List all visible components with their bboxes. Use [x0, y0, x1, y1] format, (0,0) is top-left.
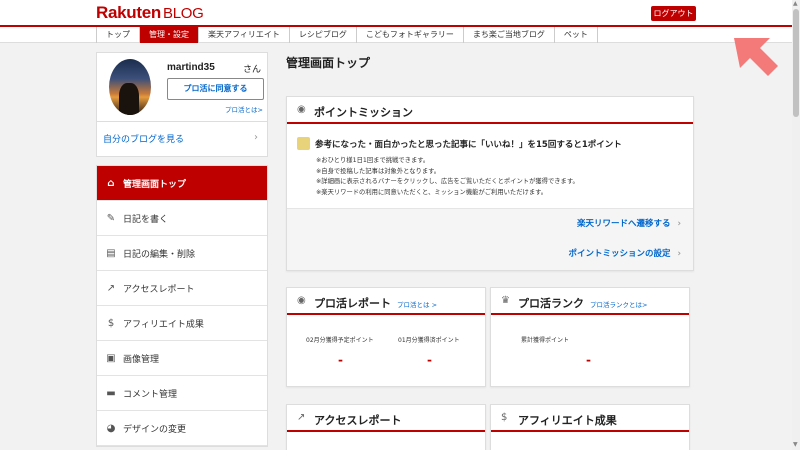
- divider: [97, 121, 267, 122]
- feb-points-value: -: [338, 353, 343, 367]
- sidebar-item-label: 日記の編集・削除: [123, 249, 196, 260]
- mission-settings-label: ポイントミッションの設定: [568, 249, 671, 259]
- nav-tab-pet[interactable]: ペット: [553, 27, 598, 43]
- access-report-card: ↗ アクセスレポート: [286, 404, 486, 450]
- card-title-text: プロ活ランク: [518, 297, 584, 310]
- nav-tab-recipe[interactable]: レシピブログ: [288, 27, 356, 43]
- sidebar-item-affiliate[interactable]: $ アフィリエイト成果: [97, 306, 267, 341]
- scroll-up-icon[interactable]: ▲: [793, 0, 798, 7]
- username-suffix: さん: [243, 65, 262, 75]
- global-nav: トップ 管理・設定 楽天アフィリエイト レシピブログ こどもフォトギャラリー ま…: [0, 27, 792, 43]
- avatar: [109, 59, 151, 115]
- medal-icon: ◉: [297, 295, 306, 306]
- nav-tab-top[interactable]: トップ: [96, 27, 139, 43]
- scrollbar-thumb[interactable]: [793, 9, 799, 117]
- sidebar-item-comments[interactable]: ▬ コメント管理: [97, 376, 267, 411]
- reward-link-label: 楽天リワードへ遷移する: [577, 219, 671, 229]
- mission-icon: [297, 137, 310, 150]
- jan-points-value: -: [427, 353, 432, 367]
- jan-points-label: 01月分獲得済ポイント: [398, 337, 460, 344]
- logo-main-text: Rakuten: [96, 3, 161, 22]
- chevron-right-icon: ›: [677, 249, 681, 259]
- card-title: プロ活ランク プロ活ランクとは>: [518, 295, 647, 311]
- my-blog-link[interactable]: 自分のブログを見る: [103, 132, 184, 145]
- page-title: 管理画面トップ: [286, 56, 371, 70]
- medal-icon: ◉: [297, 104, 306, 115]
- nav-tab-kids-photo[interactable]: こどもフォトギャラリー: [355, 27, 463, 43]
- sidebar-item-label: 日記を書く: [123, 214, 169, 225]
- affiliate-card: $ アフィリエイト成果: [490, 404, 690, 450]
- card-title: プロ活レポート プロ活とは >: [314, 295, 437, 311]
- pro-rank-about-link[interactable]: プロ活ランクとは>: [590, 301, 647, 309]
- annotation-arrow-icon: [734, 38, 778, 76]
- total-points-value: -: [586, 353, 591, 367]
- money-bag-icon: $: [501, 412, 508, 423]
- comment-icon: ▬: [106, 387, 116, 399]
- mission-headline: 参考になった・面白かったと思った記事に「いいね！」を15回すると1ポイント: [315, 140, 622, 150]
- scroll-down-icon[interactable]: ▼: [793, 441, 798, 448]
- feb-points-label: 02月分獲得予定ポイント: [306, 337, 374, 344]
- sidebar-item-label: デザインの変更: [123, 424, 187, 435]
- card-header: $ アフィリエイト成果: [491, 405, 689, 432]
- money-bag-icon: $: [107, 317, 115, 329]
- mission-note: ※おひとり様1日1回まで挑戦できます。: [316, 157, 430, 164]
- card-title-text: プロ活レポート: [314, 297, 391, 310]
- profile-card: martind35 さん プロ活に同意する プロ活とは> 自分のブログを見る ›: [96, 52, 268, 157]
- card-header: ◉ ポイントミッション: [287, 97, 693, 124]
- chevron-right-icon: ›: [677, 219, 681, 229]
- home-icon: ⌂: [107, 177, 115, 189]
- top-header: Rakuten BLOG ログアウト: [0, 0, 792, 27]
- mission-note: ※自身で投稿した記事は対象外となります。: [316, 167, 441, 175]
- sidebar-item-label: 管理画面トップ: [123, 179, 187, 190]
- pro-agree-button[interactable]: プロ活に同意する: [167, 78, 264, 100]
- mission-notes: ※おひとり様1日1回まで挑戦できます。 ※自身で投稿した記事は対象外となります。…: [316, 156, 579, 198]
- sidebar-item-write[interactable]: ✎ 日記を書く: [97, 201, 267, 236]
- pro-report-card: ◉ プロ活レポート プロ活とは > 02月分獲得予定ポイント 01月分獲得済ポイン…: [286, 287, 486, 387]
- card-header: ◉ プロ活レポート プロ活とは >: [287, 288, 485, 315]
- sidebar-item-access[interactable]: ↗ アクセスレポート: [97, 271, 267, 306]
- sidebar-item-label: 画像管理: [123, 354, 160, 365]
- image-icon: ▣: [106, 352, 116, 364]
- username: martind35: [167, 62, 215, 73]
- nav-tab-local-blog[interactable]: まち楽ご当地ブログ: [462, 27, 554, 43]
- crown-icon: ♛: [501, 295, 510, 306]
- chevron-right-icon: ›: [254, 132, 258, 143]
- sidebar-item-label: コメント管理: [123, 389, 178, 400]
- sidebar-item-label: アフィリエイト成果: [123, 319, 204, 330]
- trend-icon: ↗: [297, 412, 306, 423]
- sidebar-item-edit[interactable]: ▤ 日記の編集・削除: [97, 236, 267, 271]
- palette-icon: ◕: [106, 422, 116, 434]
- pro-rank-card: ♛ プロ活ランク プロ活ランクとは> 累計獲得ポイント -: [490, 287, 690, 387]
- logo-sub-text: BLOG: [162, 5, 204, 22]
- sidebar-item-label: アクセスレポート: [123, 284, 195, 295]
- document-icon: ▤: [106, 247, 116, 259]
- mission-note: ※詳細画に表示されるバナーをクリックし、広告をご覧いただくとポイントが獲得できま…: [316, 178, 579, 185]
- total-points-label: 累計獲得ポイント: [521, 337, 570, 344]
- card-title: ポイントミッション: [314, 106, 413, 119]
- vertical-scrollbar[interactable]: ▲ ▼: [792, 0, 800, 450]
- nav-tab-settings[interactable]: 管理・設定: [139, 27, 198, 43]
- sidebar-menu: ⌂ 管理画面トップ ✎ 日記を書く ▤ 日記の編集・削除 ↗ アクセスレポート …: [96, 165, 268, 447]
- mission-note: ※楽天リワードの利用に同意いただくと、ミッション機能がご利用いただけます。: [316, 188, 548, 196]
- nav-tab-affiliate[interactable]: 楽天アフィリエイト: [198, 27, 289, 43]
- card-header: ♛ プロ活ランク プロ活ランクとは>: [491, 288, 689, 315]
- point-mission-card: ◉ ポイントミッション 参考になった・面白かったと思った記事に「いいね！」を15…: [286, 96, 694, 271]
- sidebar-item-dashboard[interactable]: ⌂ 管理画面トップ: [97, 166, 267, 201]
- mission-settings-link[interactable]: ポイントミッションの設定 ›: [569, 247, 682, 259]
- trend-icon: ↗: [106, 282, 116, 294]
- rakuten-blog-logo[interactable]: Rakuten BLOG: [96, 3, 204, 23]
- sidebar-item-images[interactable]: ▣ 画像管理: [97, 341, 267, 376]
- card-header: ↗ アクセスレポート: [287, 405, 485, 432]
- reward-link[interactable]: 楽天リワードへ遷移する ›: [577, 217, 681, 229]
- pencil-icon: ✎: [106, 212, 116, 224]
- card-title: アクセスレポート: [314, 414, 402, 427]
- mission-footer: 楽天リワードへ遷移する › ポイントミッションの設定 ›: [287, 208, 693, 270]
- pro-about-link[interactable]: プロ活とは >: [397, 301, 437, 309]
- card-title: アフィリエイト成果: [518, 414, 617, 427]
- pro-about-link[interactable]: プロ活とは>: [225, 104, 263, 114]
- logout-button[interactable]: ログアウト: [651, 6, 696, 21]
- sidebar-item-design[interactable]: ◕ デザインの変更: [97, 411, 267, 446]
